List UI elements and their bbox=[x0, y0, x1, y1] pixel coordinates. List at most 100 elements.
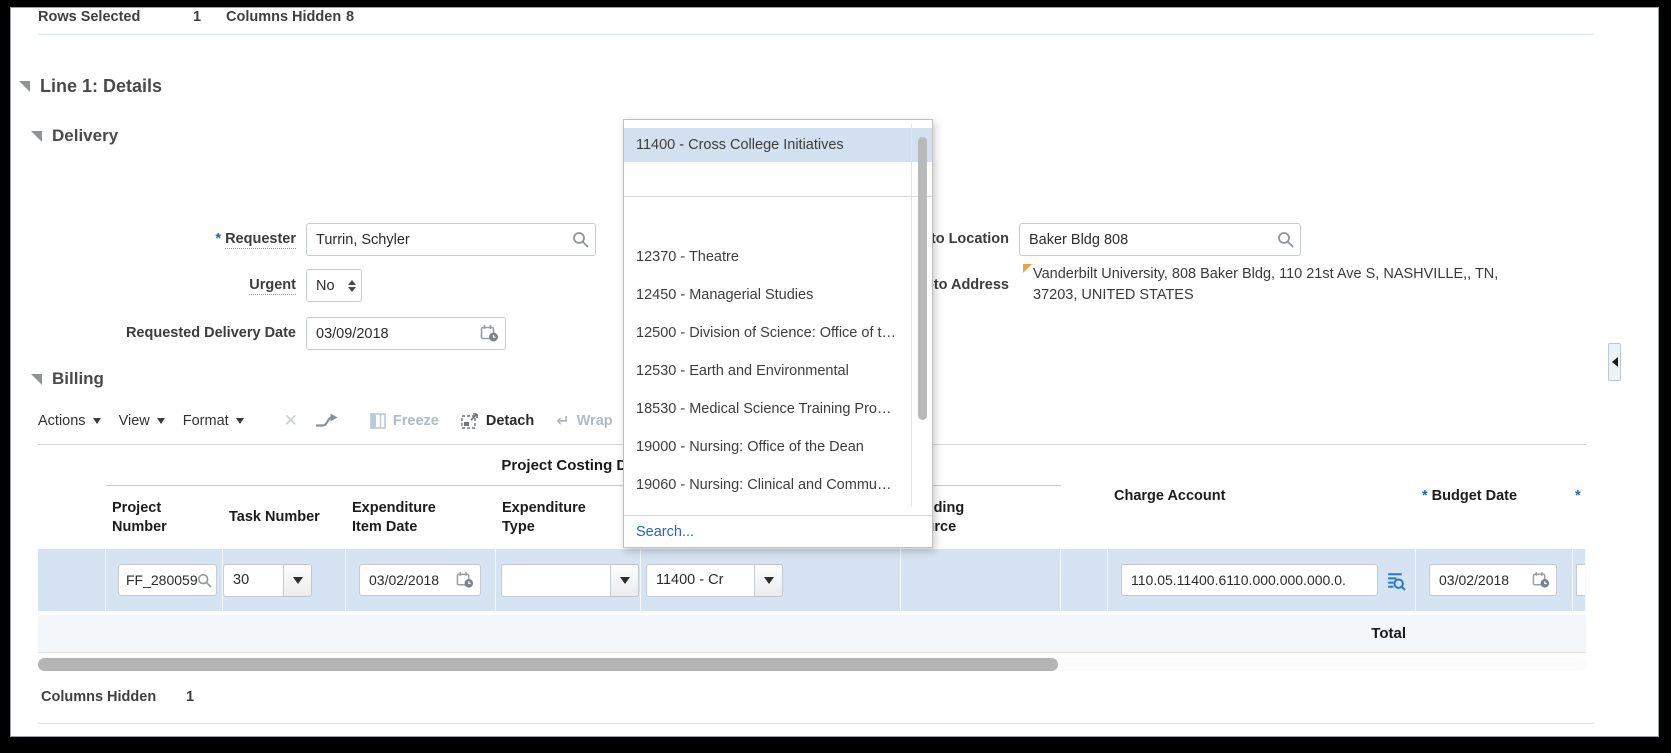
project-number-input[interactable] bbox=[126, 572, 197, 588]
search-icon[interactable] bbox=[197, 573, 212, 588]
requested-delivery-date-label: Requested Delivery Date bbox=[11, 324, 296, 342]
billing-title: Billing bbox=[52, 369, 104, 389]
panel-collapse-button[interactable] bbox=[1608, 343, 1621, 381]
branch-icon[interactable] bbox=[314, 413, 338, 429]
dropdown-option[interactable]: 12370 - Theatre bbox=[624, 238, 932, 276]
dropdown-option-selected[interactable]: 11400 - Cross College Initiatives bbox=[624, 128, 932, 162]
date-picker-icon[interactable] bbox=[1532, 571, 1550, 589]
cell-expenditure-type bbox=[496, 549, 641, 611]
edit-account-icon[interactable] bbox=[1385, 570, 1406, 591]
format-menu-button[interactable]: Format bbox=[183, 413, 244, 429]
collapse-triangle-icon[interactable] bbox=[31, 131, 42, 142]
line-details-title: Line 1: Details bbox=[40, 76, 162, 97]
dropdown-option[interactable]: 19000 - Nursing: Office of the Dean bbox=[624, 428, 932, 466]
horizontal-scrollbar[interactable] bbox=[38, 658, 1586, 671]
deliver-to-location-field[interactable] bbox=[1019, 223, 1301, 256]
view-menu-button[interactable]: View bbox=[119, 413, 165, 429]
actions-menu-button[interactable]: Actions bbox=[38, 413, 101, 429]
columns-hidden-label: Columns Hidden bbox=[41, 689, 156, 705]
dropdown-option[interactable]: 18530 - Medical Science Training Pro… bbox=[624, 390, 932, 428]
dropdown-scrollbar-thumb[interactable] bbox=[918, 137, 927, 420]
budget-date-input[interactable] bbox=[1439, 572, 1532, 588]
deliver-to-location-input[interactable] bbox=[1029, 232, 1277, 248]
dropdown-scrollbar-gutter bbox=[911, 124, 912, 507]
wrap-icon: ↵ bbox=[556, 411, 569, 431]
expenditure-organization-combobox[interactable]: 11400 - Cr bbox=[646, 564, 783, 597]
urgent-spinner[interactable]: No bbox=[306, 269, 362, 302]
line-details-header[interactable]: Line 1: Details bbox=[19, 76, 162, 97]
project-number-field[interactable] bbox=[118, 564, 217, 596]
requester-input[interactable] bbox=[316, 232, 572, 248]
column-header-budget-date[interactable]: *Budget Date bbox=[1416, 444, 1573, 549]
date-picker-icon[interactable] bbox=[456, 571, 474, 589]
expenditure-type-value[interactable] bbox=[501, 564, 611, 597]
cell-expenditure-organization: 11400 - Cr bbox=[641, 549, 901, 611]
collapse-triangle-icon[interactable] bbox=[19, 81, 30, 92]
expenditure-item-date-input[interactable] bbox=[369, 572, 456, 588]
cell-task-number: 30 bbox=[223, 549, 346, 611]
expenditure-type-combobox[interactable] bbox=[501, 564, 639, 597]
table-total-row: Total bbox=[38, 615, 1586, 653]
row-header-cell[interactable] bbox=[38, 549, 106, 611]
total-label: Total bbox=[1108, 625, 1416, 642]
column-header-expenditure-item-date[interactable]: Expenditure Item Date bbox=[346, 486, 496, 549]
dropdown-option[interactable]: 12500 - Division of Science: Office of t… bbox=[624, 314, 932, 352]
column-header-task-number[interactable]: Task Number bbox=[223, 486, 346, 549]
requested-delivery-date-input[interactable] bbox=[316, 326, 480, 342]
cell-budget-date bbox=[1416, 549, 1573, 611]
urgent-label: Urgent bbox=[11, 276, 296, 294]
expenditure-item-date-field[interactable] bbox=[359, 564, 481, 596]
charge-account-input[interactable] bbox=[1131, 572, 1371, 588]
column-header-project-number[interactable]: Project Number bbox=[106, 486, 223, 549]
expenditure-organization-dropdown: 11400 - Cross College Initiatives 12370 … bbox=[623, 119, 933, 548]
delivery-title: Delivery bbox=[52, 126, 118, 146]
cell-expenditure-item-date bbox=[346, 549, 496, 611]
dropdown-arrow-icon[interactable] bbox=[611, 564, 639, 597]
cell-truncated bbox=[1573, 549, 1586, 611]
requested-delivery-date-field[interactable] bbox=[306, 317, 506, 350]
column-header-expenditure-type[interactable]: Expenditure Type bbox=[496, 486, 641, 549]
top-divider bbox=[38, 34, 1594, 35]
columns-hidden-value: 1 bbox=[186, 689, 194, 705]
cell-charge-account bbox=[1108, 549, 1416, 611]
urgent-value: No bbox=[316, 278, 348, 294]
search-icon[interactable] bbox=[1277, 231, 1294, 248]
changed-flag-icon bbox=[1023, 264, 1032, 273]
delivery-header[interactable]: Delivery bbox=[31, 126, 118, 146]
bottom-divider bbox=[38, 723, 1594, 724]
columns-hidden-label: Columns Hidden bbox=[226, 9, 341, 25]
dropdown-arrow-icon[interactable] bbox=[284, 564, 312, 597]
expenditure-organization-value[interactable]: 11400 - Cr bbox=[646, 564, 755, 597]
wrap-button[interactable]: ↵ Wrap bbox=[556, 411, 612, 431]
dropdown-option[interactable]: 12450 - Managerial Studies bbox=[624, 276, 932, 314]
rows-selected-value: 1 bbox=[193, 9, 201, 25]
task-number-value[interactable]: 30 bbox=[223, 564, 284, 597]
spinner-arrows-icon[interactable] bbox=[348, 280, 356, 292]
scrollbar-thumb[interactable] bbox=[38, 658, 1058, 671]
budget-date-field[interactable] bbox=[1429, 564, 1557, 596]
task-number-combobox[interactable]: 30 bbox=[223, 564, 312, 597]
dropdown-arrow-icon[interactable] bbox=[755, 564, 783, 597]
detach-icon bbox=[461, 413, 479, 429]
columns-hidden-value: 8 bbox=[346, 9, 354, 25]
collapse-triangle-icon[interactable] bbox=[31, 374, 42, 385]
column-header-charge-account[interactable]: Charge Account bbox=[1108, 444, 1416, 549]
dropdown-option-blank[interactable] bbox=[624, 162, 932, 196]
detach-button[interactable]: Detach bbox=[461, 413, 534, 429]
requester-field[interactable] bbox=[306, 223, 596, 256]
charge-account-field[interactable] bbox=[1121, 564, 1378, 596]
freeze-button[interactable]: Freeze bbox=[370, 413, 439, 429]
billing-header[interactable]: Billing bbox=[31, 369, 104, 389]
search-icon[interactable] bbox=[572, 231, 589, 248]
cell-funding-source bbox=[901, 549, 1061, 611]
delete-icon[interactable]: ✕ bbox=[284, 411, 298, 431]
table-row[interactable]: 30 11400 - Cr bbox=[38, 549, 1586, 611]
requester-label: *Requester bbox=[11, 230, 296, 248]
rows-selected-label: Rows Selected bbox=[38, 9, 140, 25]
dropdown-option[interactable]: 19060 - Nursing: Clinical and Commu… bbox=[624, 466, 932, 504]
billing-toolbar: Actions View Format ✕ Freeze Detach ↵ Wr… bbox=[38, 406, 613, 436]
freeze-icon bbox=[370, 413, 386, 429]
dropdown-search-link[interactable]: Search... bbox=[624, 515, 932, 547]
dropdown-option[interactable]: 12530 - Earth and Environmental bbox=[624, 352, 932, 390]
date-picker-icon[interactable] bbox=[480, 324, 499, 343]
